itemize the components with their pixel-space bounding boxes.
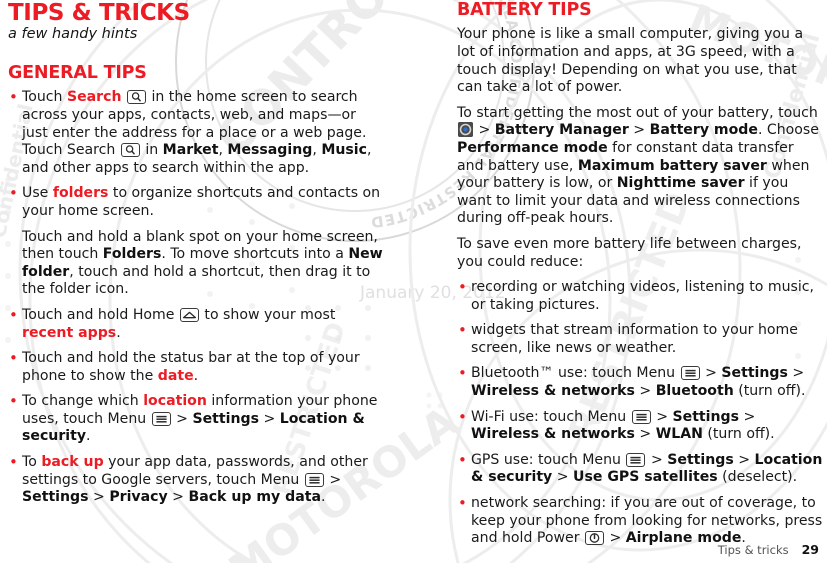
emphasis-bold: Folders xyxy=(102,246,162,263)
tip-item-search-tip: Touch Search in the home screen to searc… xyxy=(8,88,384,177)
emphasis-bold: Settings xyxy=(672,408,740,425)
emphasis-bold: Battery mode xyxy=(649,122,758,139)
tip-item-date-tip: Touch and hold the status bar at the top… xyxy=(8,349,384,385)
emphasis-accent: date xyxy=(157,367,194,384)
section-heading-battery-tips: BATTERY TIPS xyxy=(457,0,592,20)
menu-icon[interactable] xyxy=(304,472,324,487)
emphasis-bold: Privacy xyxy=(109,489,168,506)
tip-item-recent-apps-tip: Touch and hold Home to show your most re… xyxy=(8,306,384,342)
page-title: TIPS & TRICKS xyxy=(8,0,190,26)
section-heading-general-tips: GENERAL TIPS xyxy=(8,63,147,83)
tip-item-backup-tip: To back up your app data, passwords, and… xyxy=(8,453,384,507)
reduce-item-gps-item: GPS use: touch Menu > Settings > Locatio… xyxy=(457,451,823,487)
footer-section-label: Tips & tricks xyxy=(717,543,789,557)
home-icon[interactable] xyxy=(179,307,199,322)
tip-item-folders-tip: Use folders to organize shortcuts and co… xyxy=(8,184,384,220)
paragraph-reduce-intro: To save even more battery life between c… xyxy=(457,235,802,270)
emphasis-bold: Bluetooth xyxy=(655,383,734,400)
page-number: 29 xyxy=(801,542,819,557)
menu-icon[interactable] xyxy=(151,411,171,426)
tip-item-location-tip: To change which location information you… xyxy=(8,392,384,446)
emphasis-bold: Wireless & networks xyxy=(471,383,635,400)
reduce-item-widgets-item: widgets that stream information to your … xyxy=(457,321,823,357)
paragraph-battery-manager: To start getting the most out of your ba… xyxy=(457,104,819,227)
emphasis-bold: WLAN xyxy=(655,426,703,443)
emphasis-bold: Maximum battery saver xyxy=(577,157,767,174)
search-icon[interactable] xyxy=(120,143,140,158)
emphasis-bold: Settings xyxy=(667,451,734,468)
manual-page: TIPS & TRICKS a few handy hints GENERAL … xyxy=(0,0,827,563)
menu-icon[interactable] xyxy=(626,452,646,467)
right-column: BATTERY TIPS Your phone is like a small … xyxy=(457,0,827,556)
emphasis-bold: Battery Manager xyxy=(494,122,629,139)
emphasis-accent: recent apps xyxy=(22,324,117,341)
battery-reduce-list: recording or watching videos, listening … xyxy=(457,278,823,548)
general-tips-list: Touch Search in the home screen to searc… xyxy=(8,88,384,507)
left-column: TIPS & TRICKS a few handy hints GENERAL … xyxy=(8,0,384,515)
emphasis-bold: Use GPS satellites xyxy=(573,469,718,486)
reduce-item-network-search-item: network searching: if you are out of cov… xyxy=(457,494,823,548)
emphasis-bold: Messaging xyxy=(227,142,313,159)
emphasis-bold: Settings xyxy=(721,365,788,382)
emphasis-bold: Settings xyxy=(22,489,89,506)
battery-intro-paragraphs: Your phone is like a small computer, giv… xyxy=(457,26,823,271)
emphasis-accent: folders xyxy=(52,185,109,202)
emphasis-bold: New folder xyxy=(22,246,383,280)
paragraph-battery-intro: Your phone is like a small computer, giv… xyxy=(457,26,804,96)
emphasis-bold: Music xyxy=(321,142,367,159)
reduce-item-bluetooth-item: Bluetooth™ use: touch Menu > Settings > … xyxy=(457,364,823,400)
emphasis-accent: location xyxy=(143,393,207,410)
emphasis-bold: Nighttime saver xyxy=(616,175,745,192)
page-subtitle: a few handy hints xyxy=(8,26,138,42)
reduce-item-media-item: recording or watching videos, listening … xyxy=(457,278,823,314)
emphasis-accent: Search xyxy=(66,89,122,106)
emphasis-bold: Wireless & networks xyxy=(471,426,635,443)
emphasis-bold: Settings xyxy=(192,410,259,427)
page-footer: Tips & tricks 29 xyxy=(0,542,827,557)
menu-icon[interactable] xyxy=(680,366,700,381)
reduce-item-wifi-item: Wi-Fi use: touch Menu > Settings > Wirel… xyxy=(457,408,823,444)
menu-icon[interactable] xyxy=(631,409,651,424)
emphasis-bold: Performance mode xyxy=(457,139,608,156)
search-icon[interactable] xyxy=(126,90,146,105)
tip-item-folders-tip-detail: Touch and hold a blank spot on your home… xyxy=(22,228,383,298)
battery-manager-app-icon[interactable] xyxy=(458,122,473,138)
emphasis-bold: Market xyxy=(162,142,219,159)
emphasis-bold: Back up my data xyxy=(188,489,321,506)
emphasis-accent: back up xyxy=(41,454,104,471)
